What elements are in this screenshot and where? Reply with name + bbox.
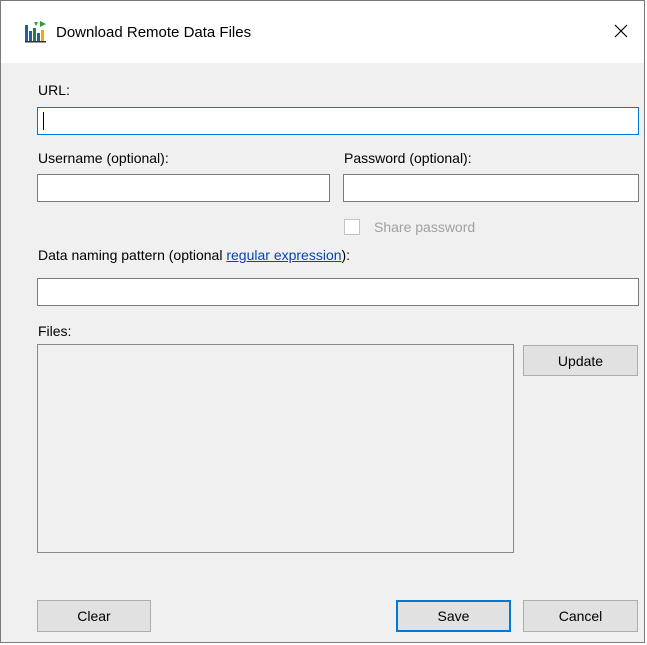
url-label: URL: bbox=[38, 82, 70, 98]
url-input[interactable] bbox=[37, 107, 639, 135]
close-button[interactable] bbox=[598, 13, 644, 49]
files-list[interactable] bbox=[37, 344, 514, 553]
share-password-checkbox[interactable] bbox=[344, 219, 360, 235]
close-icon bbox=[614, 24, 628, 38]
cancel-button-label: Cancel bbox=[558, 608, 603, 624]
title-bar: Download Remote Data Files bbox=[1, 1, 644, 63]
save-button[interactable]: Save bbox=[396, 600, 511, 632]
save-button-label: Save bbox=[437, 608, 470, 624]
download-remote-data-files-dialog: Download Remote Data Files URL: Username… bbox=[0, 0, 645, 643]
update-button-label: Update bbox=[557, 352, 604, 369]
password-label: Password (optional): bbox=[344, 150, 472, 166]
naming-pattern-label: Data naming pattern (optional regular ex… bbox=[38, 246, 350, 264]
files-label: Files: bbox=[38, 323, 72, 339]
regular-expression-link[interactable]: regular expression bbox=[226, 247, 341, 263]
clear-button[interactable]: Clear bbox=[37, 600, 151, 632]
username-label: Username (optional): bbox=[38, 150, 169, 166]
password-input[interactable] bbox=[343, 174, 639, 202]
share-password-label: Share password bbox=[374, 219, 476, 235]
update-button[interactable]: Update bbox=[523, 345, 638, 376]
clear-button-label: Clear bbox=[77, 608, 111, 624]
naming-pattern-input[interactable] bbox=[37, 278, 639, 306]
window-title: Download Remote Data Files bbox=[56, 24, 252, 41]
naming-pattern-label-suffix: ): bbox=[341, 247, 351, 263]
app-chart-icon bbox=[25, 21, 46, 43]
naming-pattern-label-prefix: Data naming pattern (optional bbox=[38, 247, 227, 263]
text-caret bbox=[43, 112, 44, 130]
username-input[interactable] bbox=[37, 174, 330, 202]
cancel-button[interactable]: Cancel bbox=[523, 600, 638, 632]
